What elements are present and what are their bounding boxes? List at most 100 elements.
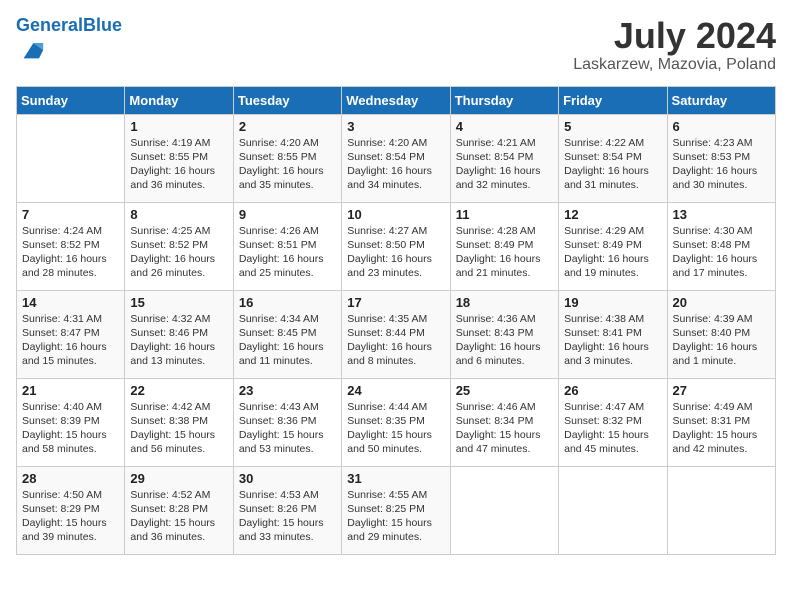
- day-info: Sunrise: 4:20 AMSunset: 8:55 PMDaylight:…: [239, 136, 336, 193]
- day-cell: 29Sunrise: 4:52 AMSunset: 8:28 PMDayligh…: [125, 466, 233, 554]
- day-number: 14: [22, 295, 119, 310]
- week-row: 1 Sunrise: 4:19 AMSunset: 8:55 PMDaylight…: [17, 114, 776, 202]
- day-number: 2: [239, 119, 336, 134]
- day-info: Sunrise: 4:47 AMSunset: 8:32 PMDaylight:…: [564, 400, 661, 457]
- day-info: Sunrise: 4:46 AMSunset: 8:34 PMDaylight:…: [456, 400, 553, 457]
- month-title: July 2024: [573, 16, 776, 56]
- day-cell: [667, 466, 775, 554]
- header-day: Sunday: [17, 86, 125, 114]
- week-row: 7Sunrise: 4:24 AMSunset: 8:52 PMDaylight…: [17, 202, 776, 290]
- day-number: 5: [564, 119, 661, 134]
- day-number: 12: [564, 207, 661, 222]
- day-cell: 26 Sunrise: 4:47 AMSunset: 8:32 PMDayligh…: [559, 378, 667, 466]
- day-number: 8: [130, 207, 227, 222]
- day-info: Sunrise: 4:27 AMSunset: 8:50 PMDaylight:…: [347, 224, 444, 281]
- day-cell: [559, 466, 667, 554]
- day-number: 10: [347, 207, 444, 222]
- day-cell: 17 Sunrise: 4:35 AMSunset: 8:44 PMDayligh…: [342, 290, 450, 378]
- logo-icon: [18, 36, 46, 64]
- day-cell: [17, 114, 125, 202]
- day-cell: 13 Sunrise: 4:30 AMSunset: 8:48 PMDayligh…: [667, 202, 775, 290]
- day-number: 31: [347, 471, 444, 486]
- week-row: 28 Sunrise: 4:50 AMSunset: 8:29 PMDayligh…: [17, 466, 776, 554]
- day-info: Sunrise: 4:36 AMSunset: 8:43 PMDaylight:…: [456, 312, 553, 369]
- day-info: Sunrise: 4:42 AMSunset: 8:38 PMDaylight:…: [130, 400, 227, 457]
- day-cell: 3Sunrise: 4:20 AMSunset: 8:54 PMDaylight…: [342, 114, 450, 202]
- day-cell: 20 Sunrise: 4:39 AMSunset: 8:40 PMDayligh…: [667, 290, 775, 378]
- day-cell: 23 Sunrise: 4:43 AMSunset: 8:36 PMDayligh…: [233, 378, 341, 466]
- day-cell: 11Sunrise: 4:28 AMSunset: 8:49 PMDayligh…: [450, 202, 558, 290]
- day-cell: 31Sunrise: 4:55 AMSunset: 8:25 PMDayligh…: [342, 466, 450, 554]
- day-info: Sunrise: 4:44 AMSunset: 8:35 PMDaylight:…: [347, 400, 444, 457]
- day-number: 17: [347, 295, 444, 310]
- day-number: 4: [456, 119, 553, 134]
- header-day: Friday: [559, 86, 667, 114]
- logo: GeneralBlue: [16, 16, 122, 69]
- day-number: 29: [130, 471, 227, 486]
- day-cell: 22 Sunrise: 4:42 AMSunset: 8:38 PMDayligh…: [125, 378, 233, 466]
- day-number: 24: [347, 383, 444, 398]
- day-number: 21: [22, 383, 119, 398]
- day-cell: 14 Sunrise: 4:31 AMSunset: 8:47 PMDayligh…: [17, 290, 125, 378]
- day-number: 19: [564, 295, 661, 310]
- day-info: Sunrise: 4:35 AMSunset: 8:44 PMDaylight:…: [347, 312, 444, 369]
- day-info: Sunrise: 4:28 AMSunset: 8:49 PMDaylight:…: [456, 224, 553, 281]
- calendar-body: 1 Sunrise: 4:19 AMSunset: 8:55 PMDaylight…: [17, 114, 776, 554]
- day-cell: 6 Sunrise: 4:23 AMSunset: 8:53 PMDaylight…: [667, 114, 775, 202]
- day-number: 16: [239, 295, 336, 310]
- day-number: 23: [239, 383, 336, 398]
- day-number: 15: [130, 295, 227, 310]
- header-day: Wednesday: [342, 86, 450, 114]
- week-row: 21 Sunrise: 4:40 AMSunset: 8:39 PMDayligh…: [17, 378, 776, 466]
- header-day: Saturday: [667, 86, 775, 114]
- header-row: SundayMondayTuesdayWednesdayThursdayFrid…: [17, 86, 776, 114]
- day-cell: 10 Sunrise: 4:27 AMSunset: 8:50 PMDayligh…: [342, 202, 450, 290]
- day-info: Sunrise: 4:38 AMSunset: 8:41 PMDaylight:…: [564, 312, 661, 369]
- day-number: 3: [347, 119, 444, 134]
- day-number: 30: [239, 471, 336, 486]
- day-number: 13: [673, 207, 770, 222]
- header-day: Monday: [125, 86, 233, 114]
- day-cell: [450, 466, 558, 554]
- day-number: 26: [564, 383, 661, 398]
- week-row: 14 Sunrise: 4:31 AMSunset: 8:47 PMDayligh…: [17, 290, 776, 378]
- day-cell: 19 Sunrise: 4:38 AMSunset: 8:41 PMDayligh…: [559, 290, 667, 378]
- day-info: Sunrise: 4:23 AMSunset: 8:53 PMDaylight:…: [673, 136, 770, 193]
- day-number: 7: [22, 207, 119, 222]
- day-info: Sunrise: 4:26 AMSunset: 8:51 PMDaylight:…: [239, 224, 336, 281]
- day-info: Sunrise: 4:40 AMSunset: 8:39 PMDaylight:…: [22, 400, 119, 457]
- day-info: Sunrise: 4:19 AMSunset: 8:55 PMDaylight:…: [130, 136, 227, 193]
- day-info: Sunrise: 4:43 AMSunset: 8:36 PMDaylight:…: [239, 400, 336, 457]
- day-info: Sunrise: 4:21 AMSunset: 8:54 PMDaylight:…: [456, 136, 553, 193]
- day-number: 18: [456, 295, 553, 310]
- day-cell: 27Sunrise: 4:49 AMSunset: 8:31 PMDayligh…: [667, 378, 775, 466]
- day-info: Sunrise: 4:39 AMSunset: 8:40 PMDaylight:…: [673, 312, 770, 369]
- day-number: 28: [22, 471, 119, 486]
- day-info: Sunrise: 4:49 AMSunset: 8:31 PMDaylight:…: [673, 400, 770, 457]
- page-header: GeneralBlue July 2024 Laskarzew, Mazovia…: [16, 16, 776, 74]
- day-info: Sunrise: 4:25 AMSunset: 8:52 PMDaylight:…: [130, 224, 227, 281]
- header-day: Tuesday: [233, 86, 341, 114]
- day-number: 22: [130, 383, 227, 398]
- calendar-header: SundayMondayTuesdayWednesdayThursdayFrid…: [17, 86, 776, 114]
- day-cell: 12 Sunrise: 4:29 AMSunset: 8:49 PMDayligh…: [559, 202, 667, 290]
- day-cell: 1 Sunrise: 4:19 AMSunset: 8:55 PMDaylight…: [125, 114, 233, 202]
- day-cell: 16Sunrise: 4:34 AMSunset: 8:45 PMDayligh…: [233, 290, 341, 378]
- calendar-table: SundayMondayTuesdayWednesdayThursdayFrid…: [16, 86, 776, 555]
- day-info: Sunrise: 4:32 AMSunset: 8:46 PMDaylight:…: [130, 312, 227, 369]
- day-cell: 21 Sunrise: 4:40 AMSunset: 8:39 PMDayligh…: [17, 378, 125, 466]
- day-info: Sunrise: 4:53 AMSunset: 8:26 PMDaylight:…: [239, 488, 336, 545]
- day-info: Sunrise: 4:30 AMSunset: 8:48 PMDaylight:…: [673, 224, 770, 281]
- day-info: Sunrise: 4:31 AMSunset: 8:47 PMDaylight:…: [22, 312, 119, 369]
- day-cell: 9Sunrise: 4:26 AMSunset: 8:51 PMDaylight…: [233, 202, 341, 290]
- logo-general: General: [16, 15, 83, 35]
- day-info: Sunrise: 4:50 AMSunset: 8:29 PMDaylight:…: [22, 488, 119, 545]
- day-cell: 24 Sunrise: 4:44 AMSunset: 8:35 PMDayligh…: [342, 378, 450, 466]
- day-number: 1: [130, 119, 227, 134]
- day-number: 25: [456, 383, 553, 398]
- day-number: 20: [673, 295, 770, 310]
- day-cell: 18 Sunrise: 4:36 AMSunset: 8:43 PMDayligh…: [450, 290, 558, 378]
- day-number: 6: [673, 119, 770, 134]
- day-cell: 4 Sunrise: 4:21 AMSunset: 8:54 PMDaylight…: [450, 114, 558, 202]
- day-info: Sunrise: 4:29 AMSunset: 8:49 PMDaylight:…: [564, 224, 661, 281]
